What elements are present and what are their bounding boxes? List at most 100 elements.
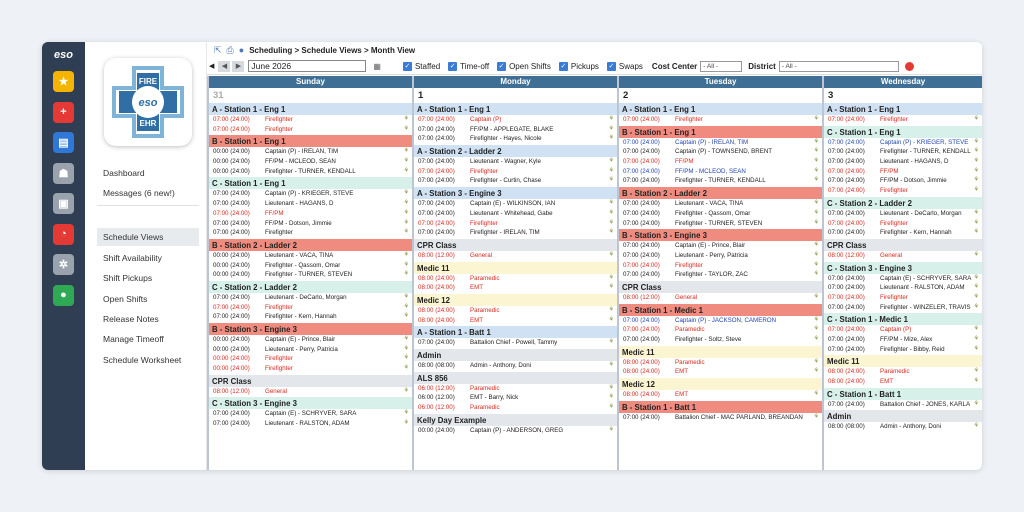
plus-icon[interactable]: + xyxy=(53,101,74,123)
shift-row[interactable]: 07:00 (24:00) Firefighter ⚘ xyxy=(414,167,617,177)
swap-icon[interactable]: ⚘ xyxy=(399,262,409,269)
shift-row[interactable]: 07:00 (24:00) Firefighter - IRELAN, TIM ⚘ xyxy=(414,228,617,238)
shift-row[interactable]: 07:00 (24:00) Firefighter - TAYLOR, ZAC ⚘ xyxy=(619,270,822,280)
swap-icon[interactable]: ⚘ xyxy=(969,158,979,165)
date-number[interactable]: 2 xyxy=(619,88,822,102)
sidebar-item-release-notes[interactable]: Release Notes xyxy=(103,314,159,324)
date-number[interactable]: 3 xyxy=(824,88,982,102)
shift-section-header[interactable]: Medic 12 xyxy=(619,378,822,391)
shift-section-header[interactable]: A - Station 1 - Eng 1 xyxy=(824,103,982,115)
shift-section-header[interactable]: B - Station 1 - Batt 1 xyxy=(619,400,822,413)
swap-icon[interactable]: ⚘ xyxy=(809,168,819,175)
shift-section-header[interactable]: C - Station 1 - Eng 1 xyxy=(824,125,982,138)
shift-row[interactable]: 07:00 (24:00) FF/PM ⚘ xyxy=(824,167,982,177)
shift-row[interactable]: 07:00 (24:00) Firefighter ⚘ xyxy=(209,228,412,238)
shift-row[interactable]: 07:00 (24:00) Lieutenant - HAGANS, D ⚘ xyxy=(824,157,982,167)
shift-section-header[interactable]: C - Station 1 - Batt 1 xyxy=(824,387,982,400)
shift-row[interactable]: 07:00 (24:00) Firefighter - Kern, Hannah ⚘ xyxy=(209,312,412,322)
shift-row[interactable]: 00:00 (24:00) Firefighter ⚘ xyxy=(209,364,412,374)
swap-icon[interactable]: ⚘ xyxy=(399,116,409,123)
shift-section-header[interactable]: CPR Class xyxy=(824,238,982,251)
swap-icon[interactable]: ⚘ xyxy=(604,307,614,314)
filter-staffed[interactable]: ✓ Staffed xyxy=(402,61,440,71)
shift-row[interactable]: 07:00 (24:00) Firefighter ⚘ xyxy=(209,115,412,125)
shift-row[interactable]: 07:00 (24:00) FF/PM ⚘ xyxy=(619,157,822,167)
swap-icon[interactable]: ⚘ xyxy=(809,252,819,259)
shift-row[interactable]: 07:00 (24:00) Captain (P) - JACKSON, CAME… xyxy=(619,316,822,326)
swap-icon[interactable]: ⚘ xyxy=(809,139,819,146)
swap-icon[interactable]: ⚘ xyxy=(969,177,979,184)
swap-icon[interactable]: ⚘ xyxy=(969,252,979,259)
shift-row[interactable]: 07:00 (24:00) Captain (P) - KRIEGER, STEV… xyxy=(209,189,412,199)
sidebar-item-shift-availability[interactable]: Shift Availability xyxy=(103,253,162,263)
shift-row[interactable]: 07:00 (24:00) Captain (P) ⚘ xyxy=(414,115,617,125)
calendar-icon[interactable]: ▦ xyxy=(373,62,381,71)
swap-icon[interactable]: ⚘ xyxy=(809,220,819,227)
shift-row[interactable]: 07:00 (24:00) Lieutenant - RALSTON, ADAM ⚘ xyxy=(209,419,412,429)
swap-icon[interactable]: ⚘ xyxy=(809,414,819,421)
help-icon[interactable]: ● xyxy=(239,45,244,55)
shift-row[interactable]: 07:00 (24:00) Lieutenant - HAGANS, D ⚘ xyxy=(209,199,412,209)
shift-row[interactable]: 07:00 (24:00) FF/PM - Dotson, Jimmie ⚘ xyxy=(209,219,412,229)
shift-section-header[interactable]: A - Station 1 - Eng 1 xyxy=(414,103,617,115)
swap-icon[interactable]: ⚘ xyxy=(809,262,819,269)
swap-icon[interactable]: ⚘ xyxy=(809,391,819,398)
shift-row[interactable]: 07:00 (24:00) Lieutenant - DeCarlo, Morga… xyxy=(824,209,982,219)
shift-row[interactable]: 08:00 (24:00) Paramedic ⚘ xyxy=(414,306,617,316)
next-month-button[interactable]: ▶ xyxy=(232,60,245,72)
swap-icon[interactable]: ⚘ xyxy=(809,200,819,207)
swap-icon[interactable]: ⚘ xyxy=(604,362,614,369)
shift-row[interactable]: 08:00 (24:00) Paramedic ⚘ xyxy=(619,358,822,368)
filter-swaps[interactable]: ✓ Swaps xyxy=(606,61,643,71)
cost-center-select[interactable]: - All - xyxy=(700,60,743,72)
shift-row[interactable]: 07:00 (24:00) FF/PM - Dotson, Jimmie ⚘ xyxy=(824,176,982,186)
swap-icon[interactable]: ⚘ xyxy=(969,304,979,311)
swap-icon[interactable]: ⚘ xyxy=(399,388,409,395)
swap-icon[interactable]: ⚘ xyxy=(399,148,409,155)
shift-row[interactable]: 08:00 (24:00) EMT ⚘ xyxy=(414,283,617,293)
sidebar-item-shift-pickups[interactable]: Shift Pickups xyxy=(103,273,152,283)
print-icon[interactable]: ⎙ xyxy=(227,45,234,56)
swap-icon[interactable]: ⚘ xyxy=(399,200,409,207)
shift-row[interactable]: 07:00 (24:00) Firefighter - TURNER, KENDA… xyxy=(824,147,982,157)
shift-section-header[interactable]: CPR Class xyxy=(414,238,617,251)
shift-row[interactable]: 00:00 (24:00) FF/PM - MCLEOD, SEAN ⚘ xyxy=(209,157,412,167)
sidebar-item-messages-6-new[interactable]: Messages (6 new!) xyxy=(103,188,175,198)
shift-row[interactable]: 00:00 (24:00) Firefighter - TURNER, STEVE… xyxy=(209,270,412,280)
shift-row[interactable]: 07:00 (24:00) Firefighter ⚘ xyxy=(209,303,412,313)
shift-row[interactable]: 08:00 (24:00) EMT ⚘ xyxy=(414,316,617,326)
shift-row[interactable]: 07:00 (24:00) Captain (E) - WILKINSON, IA… xyxy=(414,199,617,209)
swap-icon[interactable]: ⚘ xyxy=(604,229,614,236)
shift-row[interactable]: 07:00 (24:00) Firefighter - WINZELER, TRA… xyxy=(824,303,982,313)
filter-open-shifts[interactable]: ✓ Open Shifts xyxy=(497,61,551,71)
swap-icon[interactable]: ⚘ xyxy=(969,378,979,385)
swap-icon[interactable]: ⚘ xyxy=(604,116,614,123)
swap-icon[interactable]: ⚘ xyxy=(604,385,614,392)
swap-icon[interactable]: ⚘ xyxy=(969,336,979,343)
district-select[interactable]: - All - xyxy=(778,60,899,72)
swap-icon[interactable]: ⚘ xyxy=(809,326,819,333)
document-icon[interactable]: ▤ xyxy=(53,132,74,153)
shift-row[interactable]: 07:00 (24:00) FF/PM - MCLEOD, SEAN ⚘ xyxy=(619,167,822,177)
shift-row[interactable]: 07:00 (24:00) Lieutenant - DeCarlo, Morga… xyxy=(209,293,412,303)
swap-icon[interactable]: ⚘ xyxy=(399,410,409,417)
shift-section-header[interactable]: A - Station 2 - Ladder 2 xyxy=(414,145,617,158)
shift-section-header[interactable]: A - Station 1 - Eng 1 xyxy=(619,103,822,115)
shift-row[interactable]: 07:00 (24:00) Firefighter - Qassom, Omar ⚘ xyxy=(619,209,822,219)
people-icon[interactable]: ☗ xyxy=(53,162,74,184)
swap-icon[interactable]: ⚘ xyxy=(399,313,409,320)
shift-section-header[interactable]: C - Station 2 - Ladder 2 xyxy=(824,196,982,209)
month-input[interactable]: June 2026 xyxy=(248,60,367,72)
briefcase-icon[interactable]: ▣ xyxy=(53,193,74,214)
star-icon[interactable]: ★ xyxy=(53,71,74,92)
shift-section-header[interactable]: Kelly Day Example xyxy=(414,413,617,426)
swap-icon[interactable]: ⚘ xyxy=(969,148,979,155)
swap-icon[interactable]: ⚘ xyxy=(604,200,614,207)
swap-icon[interactable]: ⚘ xyxy=(809,368,819,375)
filter-pickups[interactable]: ✓ Pickups xyxy=(558,61,599,71)
gear-icon[interactable]: ✲ xyxy=(53,254,74,275)
swap-icon[interactable]: ⚘ xyxy=(969,210,979,217)
shift-row[interactable]: 07:00 (24:00) Captain (P) - KRIEGER, STEV… xyxy=(824,138,982,148)
shift-row[interactable]: 07:00 (24:00) Battalion Chief - JONES, KA… xyxy=(824,400,982,410)
swap-icon[interactable]: ⚘ xyxy=(969,116,979,123)
